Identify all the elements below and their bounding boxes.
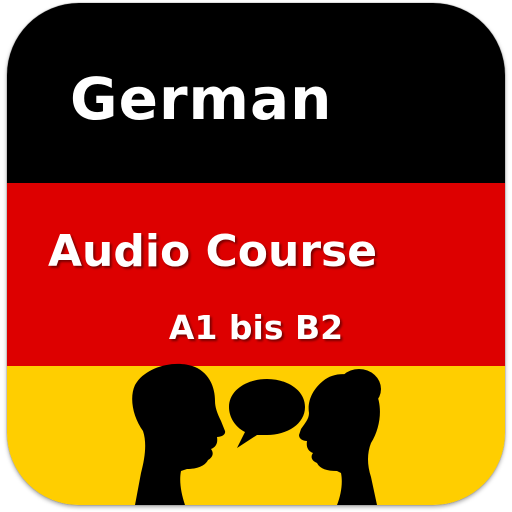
left-face-silhouette-icon <box>132 363 226 505</box>
speech-bubble-icon <box>229 379 305 448</box>
hair-bun <box>337 369 381 409</box>
conversation-illustration <box>132 363 381 505</box>
app-icon[interactable]: German Audio Course A1 bis B2 <box>7 3 505 505</box>
